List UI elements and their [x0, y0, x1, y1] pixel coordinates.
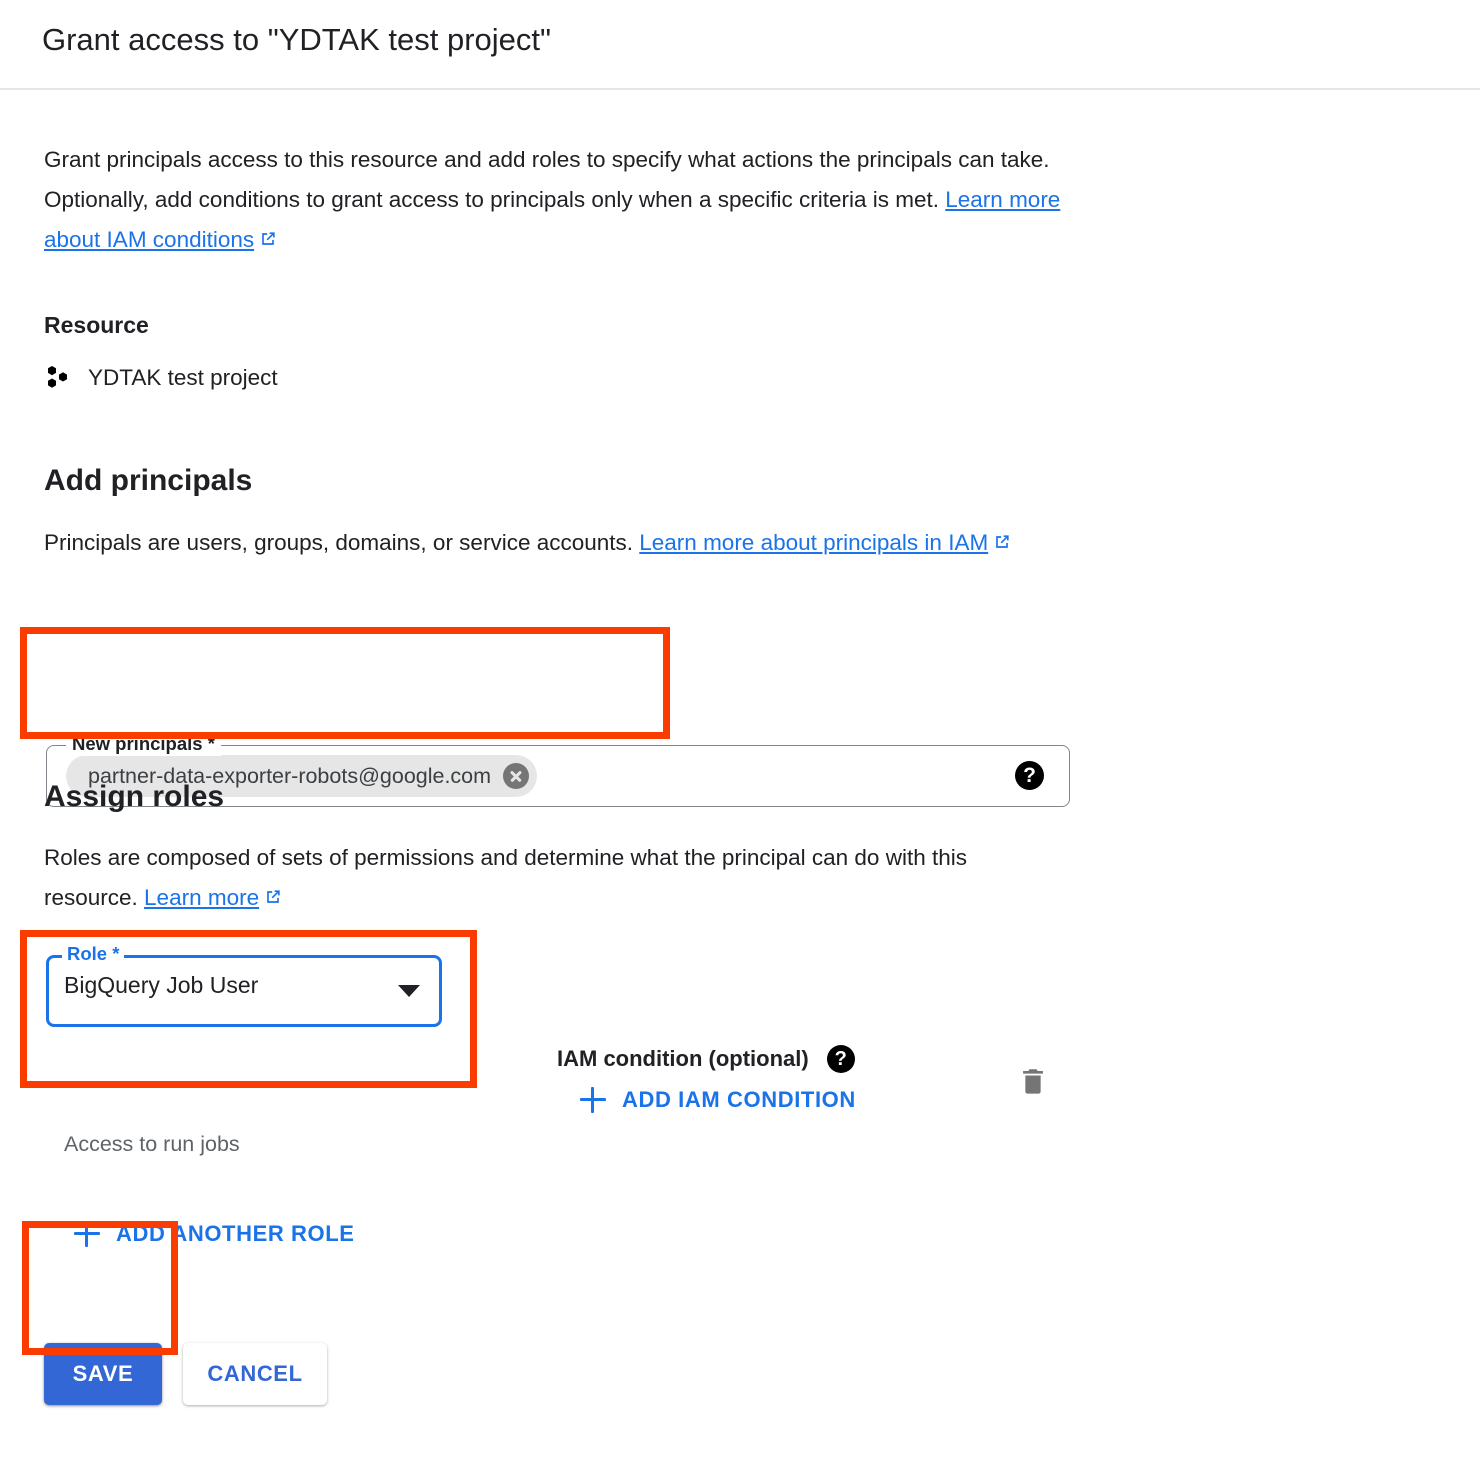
external-link-icon — [258, 222, 278, 262]
role-selected-value: BigQuery Job User — [64, 972, 259, 998]
trash-icon[interactable] — [1016, 1065, 1050, 1099]
plus-icon — [74, 1221, 100, 1247]
intro-paragraph: Grant principals access to this resource… — [44, 140, 1064, 262]
learn-more-roles-link[interactable]: Learn more — [144, 885, 259, 910]
add-iam-condition-button[interactable]: ADD IAM CONDITION — [580, 1087, 856, 1113]
new-principals-label: New principals * — [66, 732, 221, 756]
add-principals-heading: Add principals — [44, 464, 253, 497]
save-button[interactable]: SAVE — [44, 1343, 162, 1405]
project-hexagons-icon — [44, 363, 74, 393]
annotation-box-new-principals — [20, 627, 670, 739]
add-principals-description-text: Principals are users, groups, domains, o… — [44, 530, 640, 555]
learn-more-principals-link[interactable]: Learn more about principals in IAM — [639, 530, 988, 555]
cancel-button[interactable]: CANCEL — [183, 1343, 327, 1405]
iam-condition-label: IAM condition (optional) ? — [557, 1045, 855, 1073]
role-label: Role * — [62, 942, 125, 966]
chevron-down-icon[interactable] — [398, 985, 420, 997]
resource-row: YDTAK test project — [44, 362, 278, 394]
assign-roles-description: Roles are composed of sets of permission… — [44, 838, 1054, 920]
help-icon[interactable]: ? — [826, 1045, 855, 1073]
role-hint-text: Access to run jobs — [64, 1132, 240, 1156]
close-circle-icon[interactable] — [503, 763, 530, 789]
iam-condition-label-text: IAM condition (optional) — [557, 1046, 809, 1071]
help-icon[interactable]: ? — [1015, 761, 1044, 790]
add-another-role-label: ADD ANOTHER ROLE — [116, 1221, 355, 1246]
add-another-role-button[interactable]: ADD ANOTHER ROLE — [74, 1221, 355, 1247]
resource-name: YDTAK test project — [88, 365, 278, 390]
intro-text: Grant principals access to this resource… — [44, 147, 1050, 212]
role-select[interactable]: Role * BigQuery Job User — [46, 942, 442, 1027]
page-title: Grant access to "YDTAK test project" — [42, 22, 552, 57]
external-link-icon — [992, 525, 1012, 565]
add-iam-condition-label: ADD IAM CONDITION — [622, 1087, 856, 1112]
assign-roles-heading: Assign roles — [44, 780, 225, 813]
dialog-header: Grant access to "YDTAK test project" — [0, 0, 1480, 90]
resource-heading: Resource — [44, 312, 149, 338]
external-link-icon — [263, 880, 283, 920]
plus-icon — [580, 1087, 606, 1113]
add-principals-description: Principals are users, groups, domains, o… — [44, 523, 1074, 565]
principals-help-button[interactable]: ? — [1015, 761, 1044, 790]
